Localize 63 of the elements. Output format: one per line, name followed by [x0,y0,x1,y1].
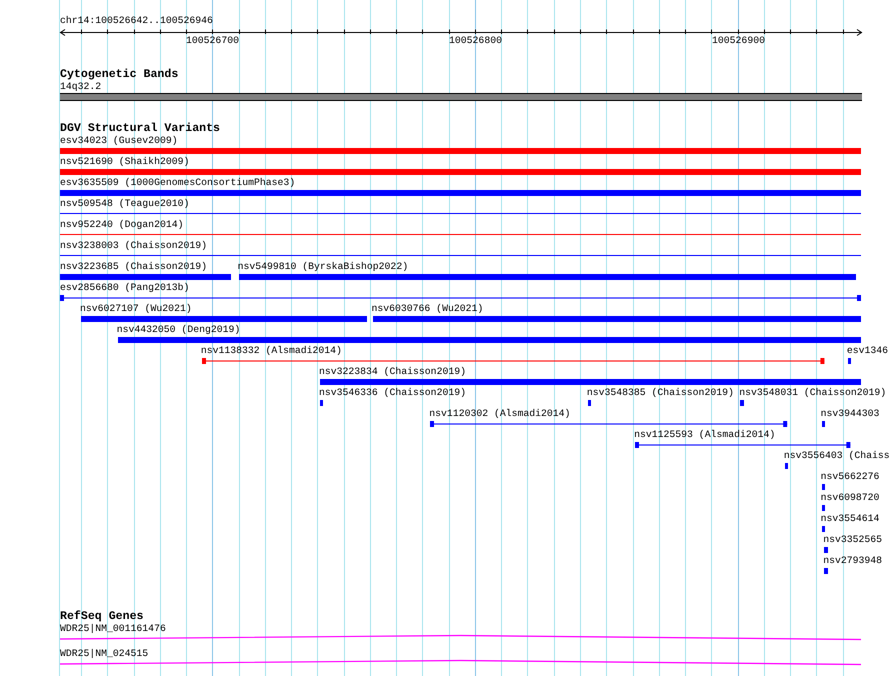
gene-label: WDR25|NM_024515 [60,648,148,660]
variant-span[interactable] [60,294,861,300]
variant-label: nsv3238003 (Chaisson2019) [60,240,207,252]
variant-label: nsv521690 (Shaikh2009) [60,156,190,168]
gene-label: WDR25|NM_001161476 [60,622,166,634]
variant-label: nsv952240 (Dogan2014) [60,218,184,230]
variant-bar[interactable] [588,400,592,406]
track-title: RefSeq Genes [60,610,144,622]
ruler-tick-label: 100526700 [186,35,239,46]
variant-bar[interactable] [848,358,852,364]
variant-label: nsv3223685 (Chaisson2019) [60,260,207,272]
variant-label: esv1346 [846,344,888,356]
variant-bar[interactable] [118,336,861,342]
variant-label: nsv6027107 (Wu2021) [80,302,192,314]
variant-label: nsv5499810 (ByrskaBishop2022) [238,260,408,272]
variant-bar[interactable] [372,316,861,322]
variant-bar[interactable] [824,568,828,574]
variant-label: nsv3554614 [820,512,880,524]
variant-label: nsv3548385 (Chaisson2019) [586,386,734,398]
variant-bar[interactable] [60,274,231,280]
variant-bar[interactable] [320,400,324,406]
variant-label: nsv3556403 (Chaiss [784,450,890,462]
variant-label: nsv1125593 (Alsmadi2014) [634,428,776,440]
track-title: DGV Structural Variants [60,122,220,134]
variant-bar[interactable] [824,546,828,552]
intron-line[interactable] [60,659,861,665]
variant-bar[interactable] [81,316,368,322]
variant-bar[interactable] [60,190,861,196]
band-label: 14q32.2 [60,80,102,92]
variant-label: nsv4432050 (Deng2019) [116,324,240,336]
variant-bar[interactable] [740,400,744,406]
variant-label: nsv3944303 [820,408,880,420]
variant-bar[interactable] [238,274,856,280]
variant-span[interactable] [202,358,824,364]
variant-label: nsv2793948 [823,554,882,566]
track-title: Cytogenetic Bands [60,68,178,80]
variant-bar[interactable] [60,168,861,174]
ruler-location: chr14:100526642..100526946 [60,15,213,27]
variant-label: nsv6030766 (Wu2021) [372,302,484,314]
variant-bar[interactable] [822,484,826,490]
variant-label: nsv3548031 (Chaisson2019) [739,386,886,398]
variant-span[interactable] [430,420,788,426]
variant-label: nsv6098720 [820,492,880,504]
variant-label: esv2856680 (Pang2013b) [60,282,190,294]
variant-label: nsv5662276 [820,470,880,482]
variant-label: esv34023 (Gusev2009) [60,134,178,146]
variant-label: esv3635509 (1000GenomesConsortiumPhase3) [60,176,296,188]
variant-label: nsv3352565 [823,534,882,546]
variant-label: nsv1120302 (Alsmadi2014) [429,408,570,420]
variant-label: nsv3223834 (Chaisson2019) [318,366,466,378]
variant-bar[interactable] [822,504,826,510]
variant-label: nsv1138332 (Alsmadi2014) [200,344,342,356]
variant-bar[interactable] [822,420,826,426]
ruler-tick-label: 100526900 [712,35,765,46]
variant-bar[interactable] [320,378,861,384]
variant-bar[interactable] [822,526,826,532]
intron-line[interactable] [60,634,861,640]
variant-span[interactable] [635,442,850,448]
variant-bar[interactable] [784,462,788,468]
variant-label: nsv3546336 (Chaisson2019) [318,386,466,398]
ruler-tick-label: 100526800 [449,35,502,46]
variant-bar[interactable] [60,148,861,154]
variant-label: nsv509548 (Teague2010) [60,198,190,210]
